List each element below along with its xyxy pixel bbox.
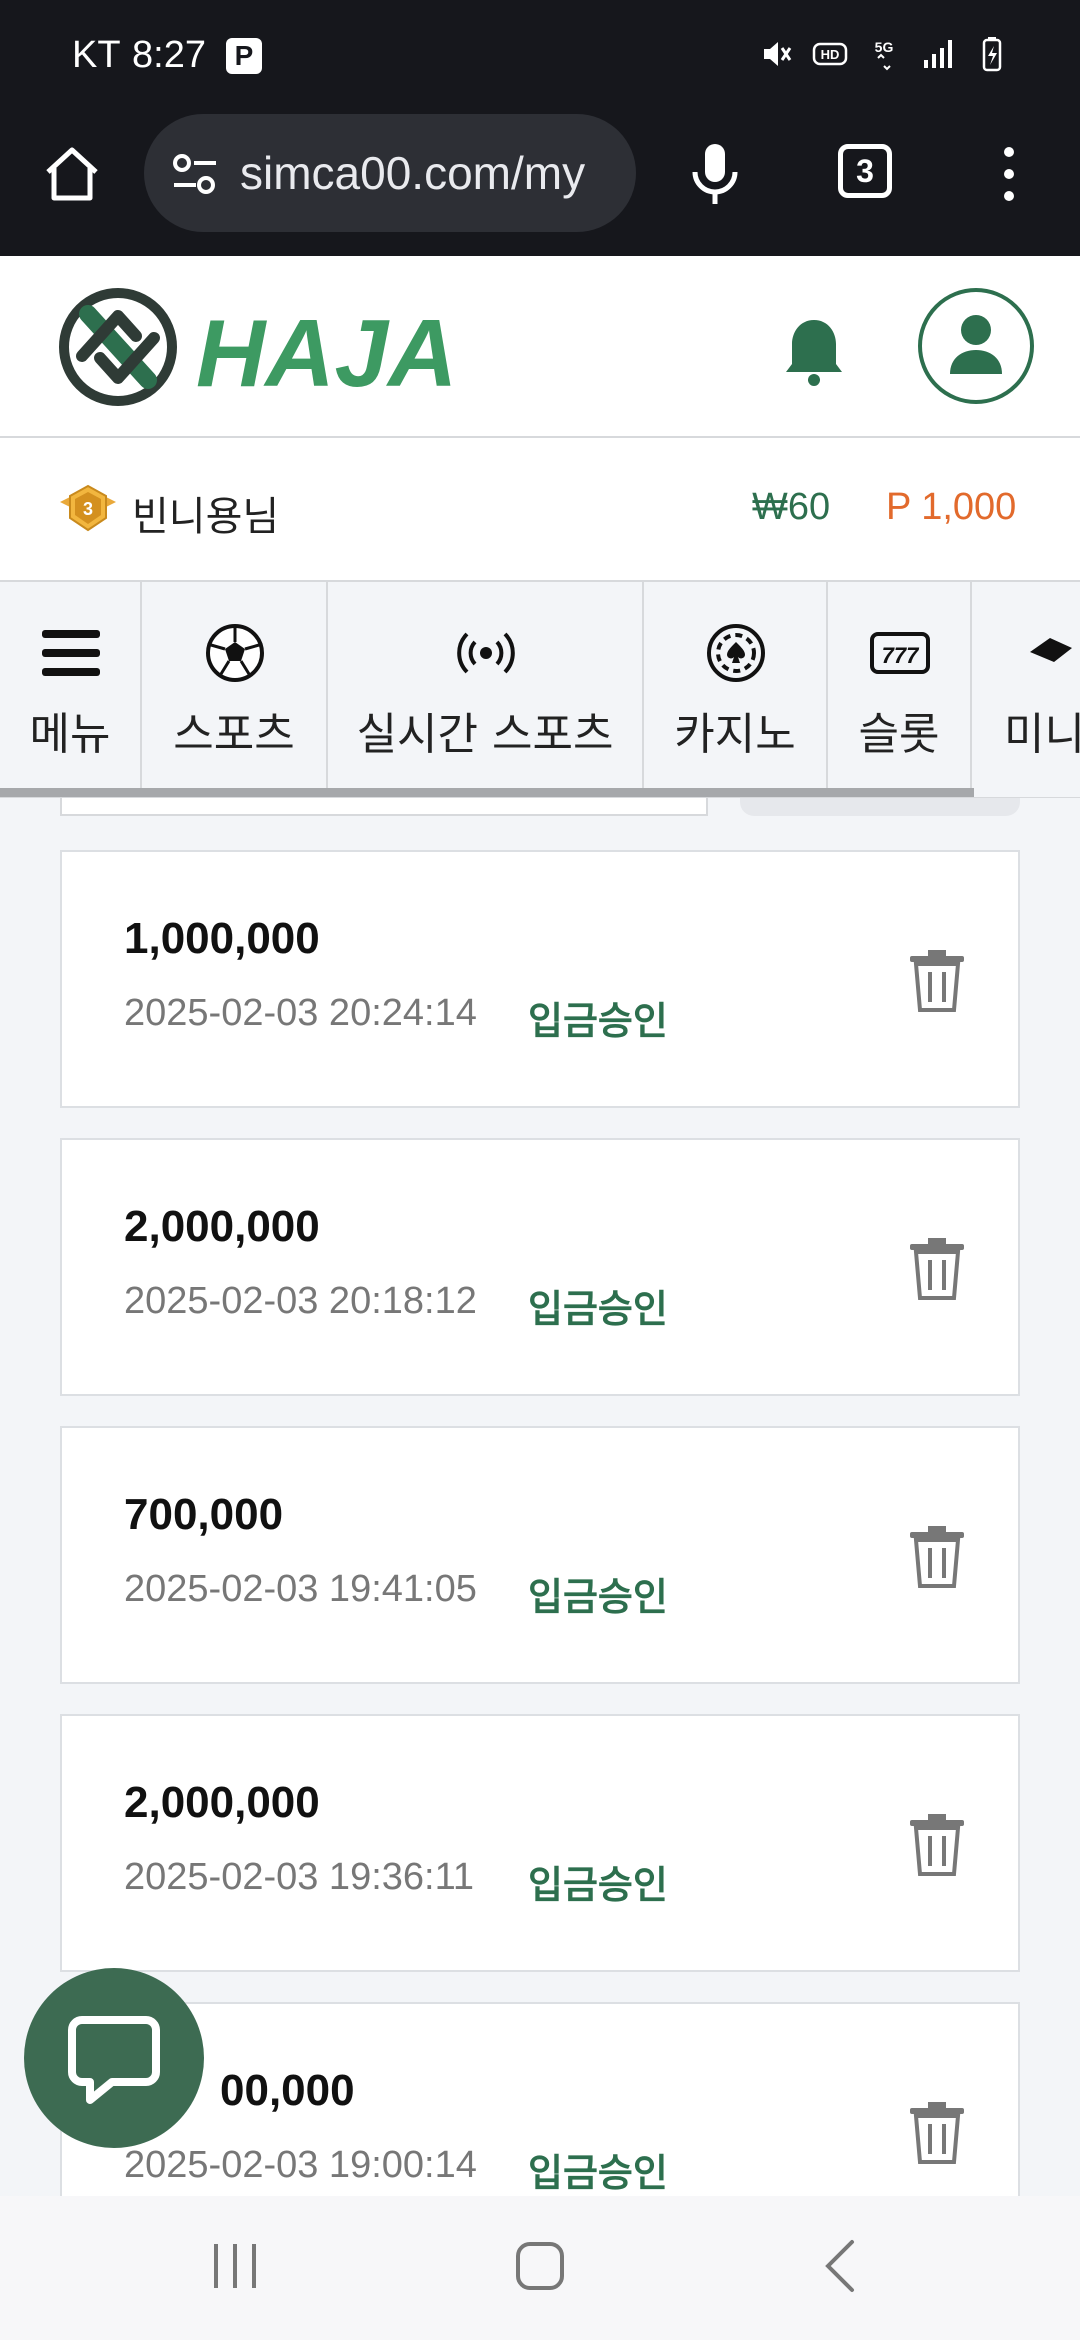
slot-777-icon: 777 [870,632,930,674]
hd-icon: HD [812,42,848,66]
nav-item-menu[interactable]: 메뉴 [0,582,142,790]
trash-icon[interactable] [908,2100,966,2164]
status-icons: HD 5G [758,36,1010,72]
signal-icon [924,40,952,68]
deposit-status: 입금승인 [528,1575,668,1619]
trash-icon[interactable] [908,1524,966,1588]
deposit-card: 00,000 2025-02-03 19:00:14 입금승인 [60,2002,1020,2196]
haja-logo[interactable]: HAJA [58,286,488,408]
android-nav-bar [0,2196,1080,2340]
svg-text:5G: 5G [875,39,894,55]
nav-item-live-sports[interactable]: 실시간 스포츠 [328,582,644,790]
deposit-status: 입금승인 [528,2151,668,2195]
live-broadcast-icon [457,632,515,674]
home-nav-icon[interactable] [512,2238,568,2294]
recent-apps-icon[interactable] [210,2238,260,2294]
filter-button[interactable] [740,798,1020,816]
carrier-label: KT [72,34,121,76]
level-badge-icon: 3 [60,484,116,532]
nav-item-label: 슬롯 [858,709,940,760]
browser-toolbar: simca00.com/my 3 [0,114,1080,256]
deposit-card: 2,000,000 2025-02-03 20:18:12 입금승인 [60,1138,1020,1396]
trash-icon[interactable] [908,1236,966,1300]
deposit-amount: 00,000 [220,2066,355,2115]
parking-notification-icon: P [226,38,262,74]
back-icon[interactable] [820,2238,860,2294]
url-bar[interactable]: simca00.com/my [144,114,636,232]
menu-icon [42,630,100,676]
user-icon [950,315,1002,374]
nav-item-label: 미니 [1004,709,1080,760]
battery-charging-icon [982,37,1002,72]
casino-chip-icon [707,624,765,682]
deposit-amount: 1,000,000 [124,914,320,963]
user-info-row: 3 빈니용님 ₩60 P 1,000 [0,438,1080,582]
nav-item-sports[interactable]: 스포츠 [142,582,328,790]
trash-icon[interactable] [908,948,966,1012]
svg-text:HAJA: HAJA [196,300,457,407]
nav-item-casino[interactable]: 카지노 [644,582,828,790]
deposit-datetime: 2025-02-03 20:18:12 [124,1280,477,1322]
url-text[interactable]: simca00.com/my [240,146,620,200]
deposit-status: 입금승인 [528,1287,668,1331]
status-bar: KT 8:27 P HD 5G [0,0,1080,114]
mute-icon [764,42,792,66]
deposit-amount: 2,000,000 [124,1778,320,1827]
deposit-amount: 2,000,000 [124,1202,320,1251]
home-icon[interactable] [40,142,104,206]
site-header: HAJA [0,256,1080,438]
nav-item-label: 카지노 [674,709,796,760]
svg-text:777: 777 [882,643,920,668]
trash-icon[interactable] [908,1812,966,1876]
mic-icon[interactable] [686,142,744,206]
tab-switcher-button[interactable]: 3 [838,144,892,198]
nav-item-slot[interactable]: 777 슬롯 [828,582,972,790]
nav-item-label: 스포츠 [173,709,295,760]
category-nav: 메뉴 스포츠 실시간 스포츠 카지노 777 슬롯 미니 [0,582,1080,798]
deposit-status: 입금승인 [528,999,668,1043]
chat-button[interactable] [24,1968,204,2148]
site-settings-icon[interactable] [170,152,220,196]
deposit-card: 2,000,000 2025-02-03 19:36:11 입금승인 [60,1714,1020,1972]
chat-bubble-icon [68,2016,160,2104]
more-icon[interactable] [994,144,1024,204]
soccer-ball-icon [206,624,264,682]
deposit-datetime: 2025-02-03 20:24:14 [124,992,477,1034]
deposit-card: 1,000,000 2025-02-03 20:24:14 입금승인 [60,850,1020,1108]
svg-text:HD: HD [821,47,840,62]
nav-item-mini[interactable]: 미니 [972,582,1080,790]
5g-icon: 5G [875,39,894,71]
username: 빈니용님 [132,494,280,540]
cash-balance[interactable]: ₩60 [752,486,830,529]
clock: 8:27 [132,34,206,76]
nav-item-label: 실시간 스포츠 [356,709,614,760]
nav-scrollbar[interactable] [0,788,974,797]
point-balance[interactable]: P 1,000 [886,486,1016,529]
deposit-status: 입금승인 [528,1863,668,1907]
deposit-card: 700,000 2025-02-03 19:41:05 입금승인 [60,1426,1020,1684]
deposit-datetime: 2025-02-03 19:00:14 [124,2144,477,2186]
filter-box[interactable] [60,798,708,816]
svg-text:3: 3 [83,499,93,519]
deposit-datetime: 2025-02-03 19:36:11 [124,1856,475,1898]
deposit-datetime: 2025-02-03 19:41:05 [124,1568,477,1610]
bell-icon[interactable] [782,316,846,388]
user-profile-button[interactable] [918,288,1034,404]
deposit-amount: 700,000 [124,1490,284,1539]
mini-game-icon [1030,638,1072,662]
nav-item-label: 메뉴 [29,709,111,760]
